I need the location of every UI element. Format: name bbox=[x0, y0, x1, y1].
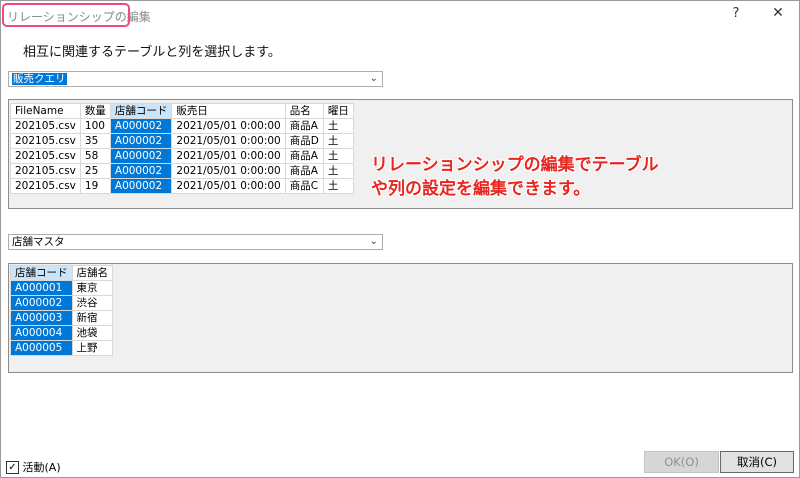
table-cell: 土 bbox=[322, 118, 354, 134]
table-row: 202105.csv 35 A000002 2021/05/01 0:00:00 商品D… bbox=[10, 133, 354, 149]
table-row: A000003 新宿 bbox=[10, 310, 113, 326]
table-cell: 土 bbox=[322, 148, 354, 164]
table-cell: 100 bbox=[79, 118, 111, 134]
table-cell: A000002 bbox=[109, 148, 173, 164]
column-header[interactable]: 店舗コード bbox=[10, 265, 73, 281]
table-cell: 2021/05/01 0:00:00 bbox=[171, 118, 286, 134]
title-highlight-box bbox=[2, 3, 130, 27]
help-button[interactable]: ? bbox=[727, 6, 745, 24]
column-header[interactable]: 店舗名 bbox=[71, 265, 113, 281]
table-cell: A000002 bbox=[109, 163, 173, 179]
table-cell: 2021/05/01 0:00:00 bbox=[171, 178, 286, 194]
close-button[interactable]: ✕ bbox=[767, 5, 789, 25]
edit-relationship-dialog: リレーションシップの編集 ? ✕ 相互に関連するテーブルと列を選択します。 販売… bbox=[0, 0, 800, 478]
table-cell: 202105.csv bbox=[10, 148, 81, 164]
annotation-callout: リレーションシップの編集でテーブル や列の設定を編集できます。 bbox=[371, 153, 659, 201]
cancel-button[interactable]: 取消(C) bbox=[720, 451, 794, 473]
ok-button[interactable]: OK(O) bbox=[644, 451, 719, 473]
table-cell: A000005 bbox=[10, 340, 73, 356]
table-row: 202105.csv 100 A000002 2021/05/01 0:00:00 商品… bbox=[10, 118, 354, 134]
instruction-text: 相互に関連するテーブルと列を選択します。 bbox=[23, 45, 281, 60]
table2-select[interactable]: 店舗マスタ ⌄ bbox=[8, 234, 383, 250]
table-cell: 35 bbox=[79, 133, 111, 149]
table2-select-value: 店舗マスタ bbox=[12, 236, 65, 248]
table-cell: A000002 bbox=[109, 178, 173, 194]
column-header[interactable]: 店舗コード bbox=[109, 103, 173, 119]
table-cell: A000001 bbox=[10, 280, 73, 296]
chevron-down-icon: ⌄ bbox=[369, 236, 378, 247]
column-header[interactable]: 数量 bbox=[79, 103, 111, 119]
active-checkbox-label: 活動(A) bbox=[22, 461, 61, 474]
column-header[interactable]: 販売日 bbox=[171, 103, 286, 119]
table-cell: 2021/05/01 0:00:00 bbox=[171, 133, 286, 149]
column-header[interactable]: 曜日 bbox=[322, 103, 354, 119]
annotation-line-2: や列の設定を編集できます。 bbox=[371, 179, 591, 199]
table-cell: 19 bbox=[79, 178, 111, 194]
table-cell: A000003 bbox=[10, 310, 73, 326]
table2-preview-grid: 店舗コード 店舗名 A000001 東京 A000002 渋谷 A000003 新宿 A0000… bbox=[10, 265, 113, 356]
active-checkbox[interactable]: ✓ bbox=[6, 460, 19, 474]
table-row: A000001 東京 bbox=[10, 280, 113, 296]
table-cell: 土 bbox=[322, 178, 354, 194]
table1-preview-grid: FileName 数量 店舗コード 販売日 品名 曜日 202105.csv 100 A0000… bbox=[10, 103, 354, 194]
table-row: A000005 上野 bbox=[10, 340, 113, 356]
table-cell: 2021/05/01 0:00:00 bbox=[171, 148, 286, 164]
table-cell: 渋谷 bbox=[71, 295, 113, 311]
table-cell: 商品D bbox=[284, 133, 324, 149]
table-row: 202105.csv 19 A000002 2021/05/01 0:00:00 商品C… bbox=[10, 178, 354, 194]
table-cell: 202105.csv bbox=[10, 163, 81, 179]
table-cell: 202105.csv bbox=[10, 133, 81, 149]
column-header[interactable]: FileName bbox=[10, 103, 81, 119]
table1-select-value: 販売クエリ bbox=[12, 73, 67, 85]
table-row: A000004 池袋 bbox=[10, 325, 113, 341]
column-header[interactable]: 品名 bbox=[284, 103, 324, 119]
table-cell: 東京 bbox=[71, 280, 113, 296]
table-cell: 2021/05/01 0:00:00 bbox=[171, 163, 286, 179]
table-cell: 202105.csv bbox=[10, 118, 81, 134]
table-cell: 商品A bbox=[284, 118, 324, 134]
annotation-line-1: リレーションシップの編集でテーブル bbox=[371, 155, 659, 175]
table-cell: 商品A bbox=[284, 163, 324, 179]
chevron-down-icon: ⌄ bbox=[369, 73, 378, 84]
table2-preview-panel: 店舗コード 店舗名 A000001 東京 A000002 渋谷 A000003 新宿 A0000… bbox=[8, 263, 793, 373]
table-cell: A000002 bbox=[109, 118, 173, 134]
table-cell: 25 bbox=[79, 163, 111, 179]
table-row: 202105.csv 25 A000002 2021/05/01 0:00:00 商品A… bbox=[10, 163, 354, 179]
table-cell: 池袋 bbox=[71, 325, 113, 341]
table-cell: A000004 bbox=[10, 325, 73, 341]
table-cell: 202105.csv bbox=[10, 178, 81, 194]
table-cell: A000002 bbox=[109, 133, 173, 149]
table-cell: 上野 bbox=[71, 340, 113, 356]
table-row: A000002 渋谷 bbox=[10, 295, 113, 311]
table-cell: 土 bbox=[322, 133, 354, 149]
table-cell: 58 bbox=[79, 148, 111, 164]
table-row: 202105.csv 58 A000002 2021/05/01 0:00:00 商品A… bbox=[10, 148, 354, 164]
table-cell: A000002 bbox=[10, 295, 73, 311]
title-bar: リレーションシップの編集 ? ✕ bbox=[1, 1, 799, 29]
table-cell: 土 bbox=[322, 163, 354, 179]
active-checkbox-wrap[interactable]: ✓ 活動(A) bbox=[6, 459, 61, 475]
table1-select[interactable]: 販売クエリ ⌄ bbox=[8, 71, 383, 87]
table-cell: 新宿 bbox=[71, 310, 113, 326]
table-cell: 商品A bbox=[284, 148, 324, 164]
table-cell: 商品C bbox=[284, 178, 324, 194]
